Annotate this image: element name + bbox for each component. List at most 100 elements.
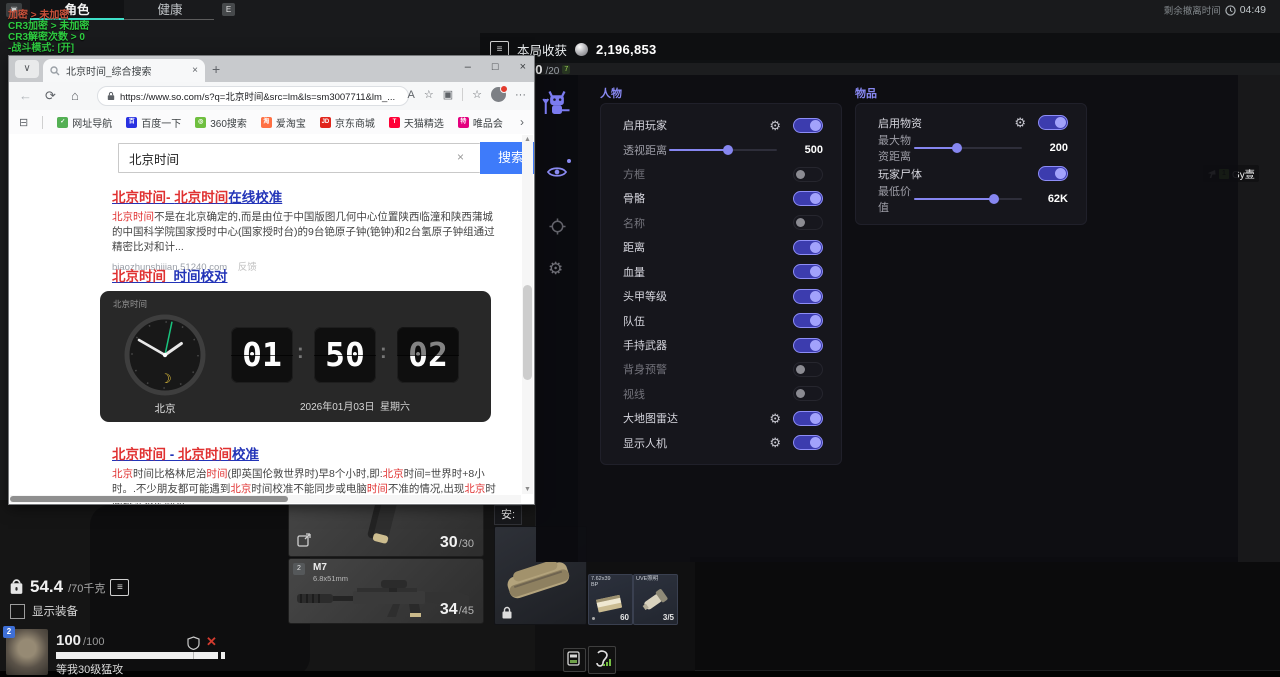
gear-icon[interactable]: ⚙ bbox=[769, 436, 781, 449]
esp-slider[interactable] bbox=[669, 149, 777, 151]
gear-icon[interactable]: ⚙ bbox=[769, 412, 781, 425]
loot-item-ammo[interactable]: 7.62x39 BP 60 bbox=[588, 574, 633, 625]
tab-close-icon[interactable]: × bbox=[192, 65, 198, 76]
address-bar[interactable]: https://www.so.com/s?q=北京时间&src=lm&ls=sm… bbox=[97, 86, 409, 106]
slider-knob[interactable] bbox=[952, 143, 962, 153]
text-segment: 北京时间 bbox=[112, 211, 154, 223]
toggle-switch[interactable] bbox=[793, 362, 823, 377]
esp-slider[interactable] bbox=[914, 147, 1022, 149]
text-segment: (即英国伦敦世界时)早8个小时,即: bbox=[228, 468, 383, 480]
health-bar-cap bbox=[221, 652, 225, 659]
bookmark-label: 天猫精选 bbox=[404, 115, 444, 130]
esp-row-controls bbox=[793, 338, 823, 353]
esp-row: 透视距离500 bbox=[601, 137, 841, 161]
minimize-button[interactable]: – bbox=[465, 61, 471, 73]
bookmark-favicon: 特 bbox=[458, 117, 469, 128]
toggle-switch[interactable] bbox=[793, 289, 823, 304]
game-background-bottom-right bbox=[690, 557, 1280, 670]
console-line: CR3解密次数 > 0 bbox=[8, 32, 89, 43]
browser-toolbar: ← ⟳ ⌂ https://www.so.com/s?q=北京时间&src=lm… bbox=[9, 82, 534, 111]
tab-search-chevron[interactable]: ∨ bbox=[15, 60, 39, 78]
esp-row: 骨骼 bbox=[601, 186, 841, 210]
toggle-switch[interactable] bbox=[793, 338, 823, 353]
swap-icon[interactable] bbox=[297, 533, 311, 547]
refresh-button[interactable]: ⟳ bbox=[45, 88, 56, 104]
clear-search-icon[interactable]: × bbox=[457, 150, 464, 164]
toggle-switch[interactable] bbox=[793, 167, 823, 182]
tab-health[interactable]: 健康 bbox=[124, 0, 216, 20]
text-segment: 北京时间 bbox=[112, 447, 166, 462]
close-button[interactable]: × bbox=[520, 61, 526, 73]
esp-row-label: 启用物资 bbox=[878, 115, 922, 131]
horizontal-scrollbar[interactable] bbox=[10, 495, 521, 503]
bookmark-item[interactable]: JD京东商城 bbox=[320, 115, 375, 130]
scroll-down-icon[interactable]: ▼ bbox=[522, 486, 533, 493]
bookmark-list: ✓网址导航百百度一下 ◎360搜索淘爱淘宝 JD京东商城 T天猫精选特唯品会 bbox=[57, 115, 503, 130]
more-menu-icon[interactable]: ··· bbox=[515, 89, 526, 101]
toggle-switch[interactable] bbox=[1038, 166, 1068, 181]
toggle-switch[interactable] bbox=[793, 215, 823, 230]
home-button[interactable]: ⌂ bbox=[71, 88, 79, 103]
bookmark-item[interactable]: ✓网址导航 bbox=[57, 115, 112, 130]
bookmark-item[interactable]: 淘爱淘宝 bbox=[261, 115, 306, 130]
toggle-switch[interactable] bbox=[793, 191, 823, 206]
bookmark-item[interactable]: ◎360搜索 bbox=[195, 115, 247, 130]
back-button[interactable]: ← bbox=[19, 88, 32, 103]
maximize-button[interactable]: □ bbox=[492, 61, 499, 73]
settings-tab-gear-icon[interactable]: ⚙ bbox=[548, 259, 563, 279]
result-title-link[interactable]: 北京时间 - 北京时间校准 bbox=[112, 443, 500, 463]
toggle-switch[interactable] bbox=[793, 313, 823, 328]
vertical-scrollbar[interactable]: ▲ ▼ bbox=[522, 135, 533, 494]
reading-list-icon[interactable]: ⊟ bbox=[19, 116, 28, 129]
show-gear-label: 显示装备 bbox=[32, 603, 78, 619]
inventory-list-icon[interactable]: ≡ bbox=[110, 579, 129, 596]
scrollbar-thumb[interactable] bbox=[523, 285, 532, 380]
toggle-switch[interactable] bbox=[793, 435, 823, 450]
hscrollbar-thumb[interactable] bbox=[10, 496, 288, 502]
esp-row-controls bbox=[793, 313, 823, 328]
esp-row-controls: ⚙ bbox=[769, 411, 823, 426]
result-title-link[interactable]: 北京时间_时间校对 bbox=[112, 265, 500, 285]
loot-item-light[interactable]: UVE照明 3/5 bbox=[633, 574, 678, 625]
slider-knob[interactable] bbox=[723, 145, 733, 155]
item-name: UVE照明 bbox=[636, 576, 658, 582]
toggle-switch[interactable] bbox=[793, 386, 823, 401]
toolbar-divider bbox=[462, 88, 463, 101]
favorite-star-icon[interactable]: ☆ bbox=[424, 88, 434, 101]
hp-value: 100 bbox=[56, 632, 81, 649]
weapon-card-primary[interactable]: 2 M7 6.8x51mm 34 /45 bbox=[288, 558, 484, 624]
bookmark-item[interactable]: 特唯品会 bbox=[458, 115, 503, 130]
toggle-switch[interactable] bbox=[793, 240, 823, 255]
bookmark-item[interactable]: T天猫精选 bbox=[389, 115, 444, 130]
esp-row: 启用物资 ⚙ bbox=[856, 113, 1086, 132]
search-input[interactable] bbox=[118, 143, 480, 173]
key-hint-e: E bbox=[222, 3, 235, 16]
esp-row-controls: 62K bbox=[914, 193, 1068, 205]
result-title-link[interactable]: 北京时间- 北京时间在线校准 bbox=[112, 186, 500, 206]
esp-slider[interactable] bbox=[914, 198, 1022, 200]
scroll-up-icon[interactable]: ▲ bbox=[522, 136, 533, 143]
bookmarks-overflow-icon[interactable]: › bbox=[520, 115, 524, 129]
favorites-bar-icon[interactable]: ☆ bbox=[472, 88, 482, 101]
show-gear-row: 显示装备 bbox=[10, 603, 78, 619]
toggle-switch[interactable] bbox=[793, 411, 823, 426]
toggle-switch[interactable] bbox=[793, 118, 823, 133]
bookmark-item[interactable]: 百百度一下 bbox=[126, 115, 181, 130]
collections-icon[interactable]: ▣ bbox=[443, 88, 453, 101]
browser-tab[interactable]: 北京时间_综合搜索 × bbox=[43, 59, 205, 82]
gear-icon[interactable]: ⚙ bbox=[769, 119, 781, 132]
aimbot-tab-crosshair-icon[interactable] bbox=[549, 218, 566, 235]
esp-row-controls bbox=[793, 264, 823, 279]
profile-avatar[interactable] bbox=[491, 87, 506, 102]
toggle-switch[interactable] bbox=[1038, 115, 1068, 130]
read-aloud-icon[interactable]: A bbox=[408, 89, 415, 101]
toggle-switch[interactable] bbox=[793, 264, 823, 279]
show-gear-checkbox[interactable] bbox=[10, 604, 25, 619]
esp-tab-eye-icon[interactable] bbox=[547, 165, 567, 179]
slider-knob[interactable] bbox=[989, 194, 999, 204]
esp-row-label: 透视距离 bbox=[623, 142, 667, 158]
new-tab-button[interactable]: + bbox=[212, 61, 220, 77]
gear-icon[interactable]: ⚙ bbox=[1014, 116, 1026, 129]
device-icon bbox=[563, 648, 586, 672]
esp-row: 最低价值62K bbox=[856, 183, 1086, 215]
